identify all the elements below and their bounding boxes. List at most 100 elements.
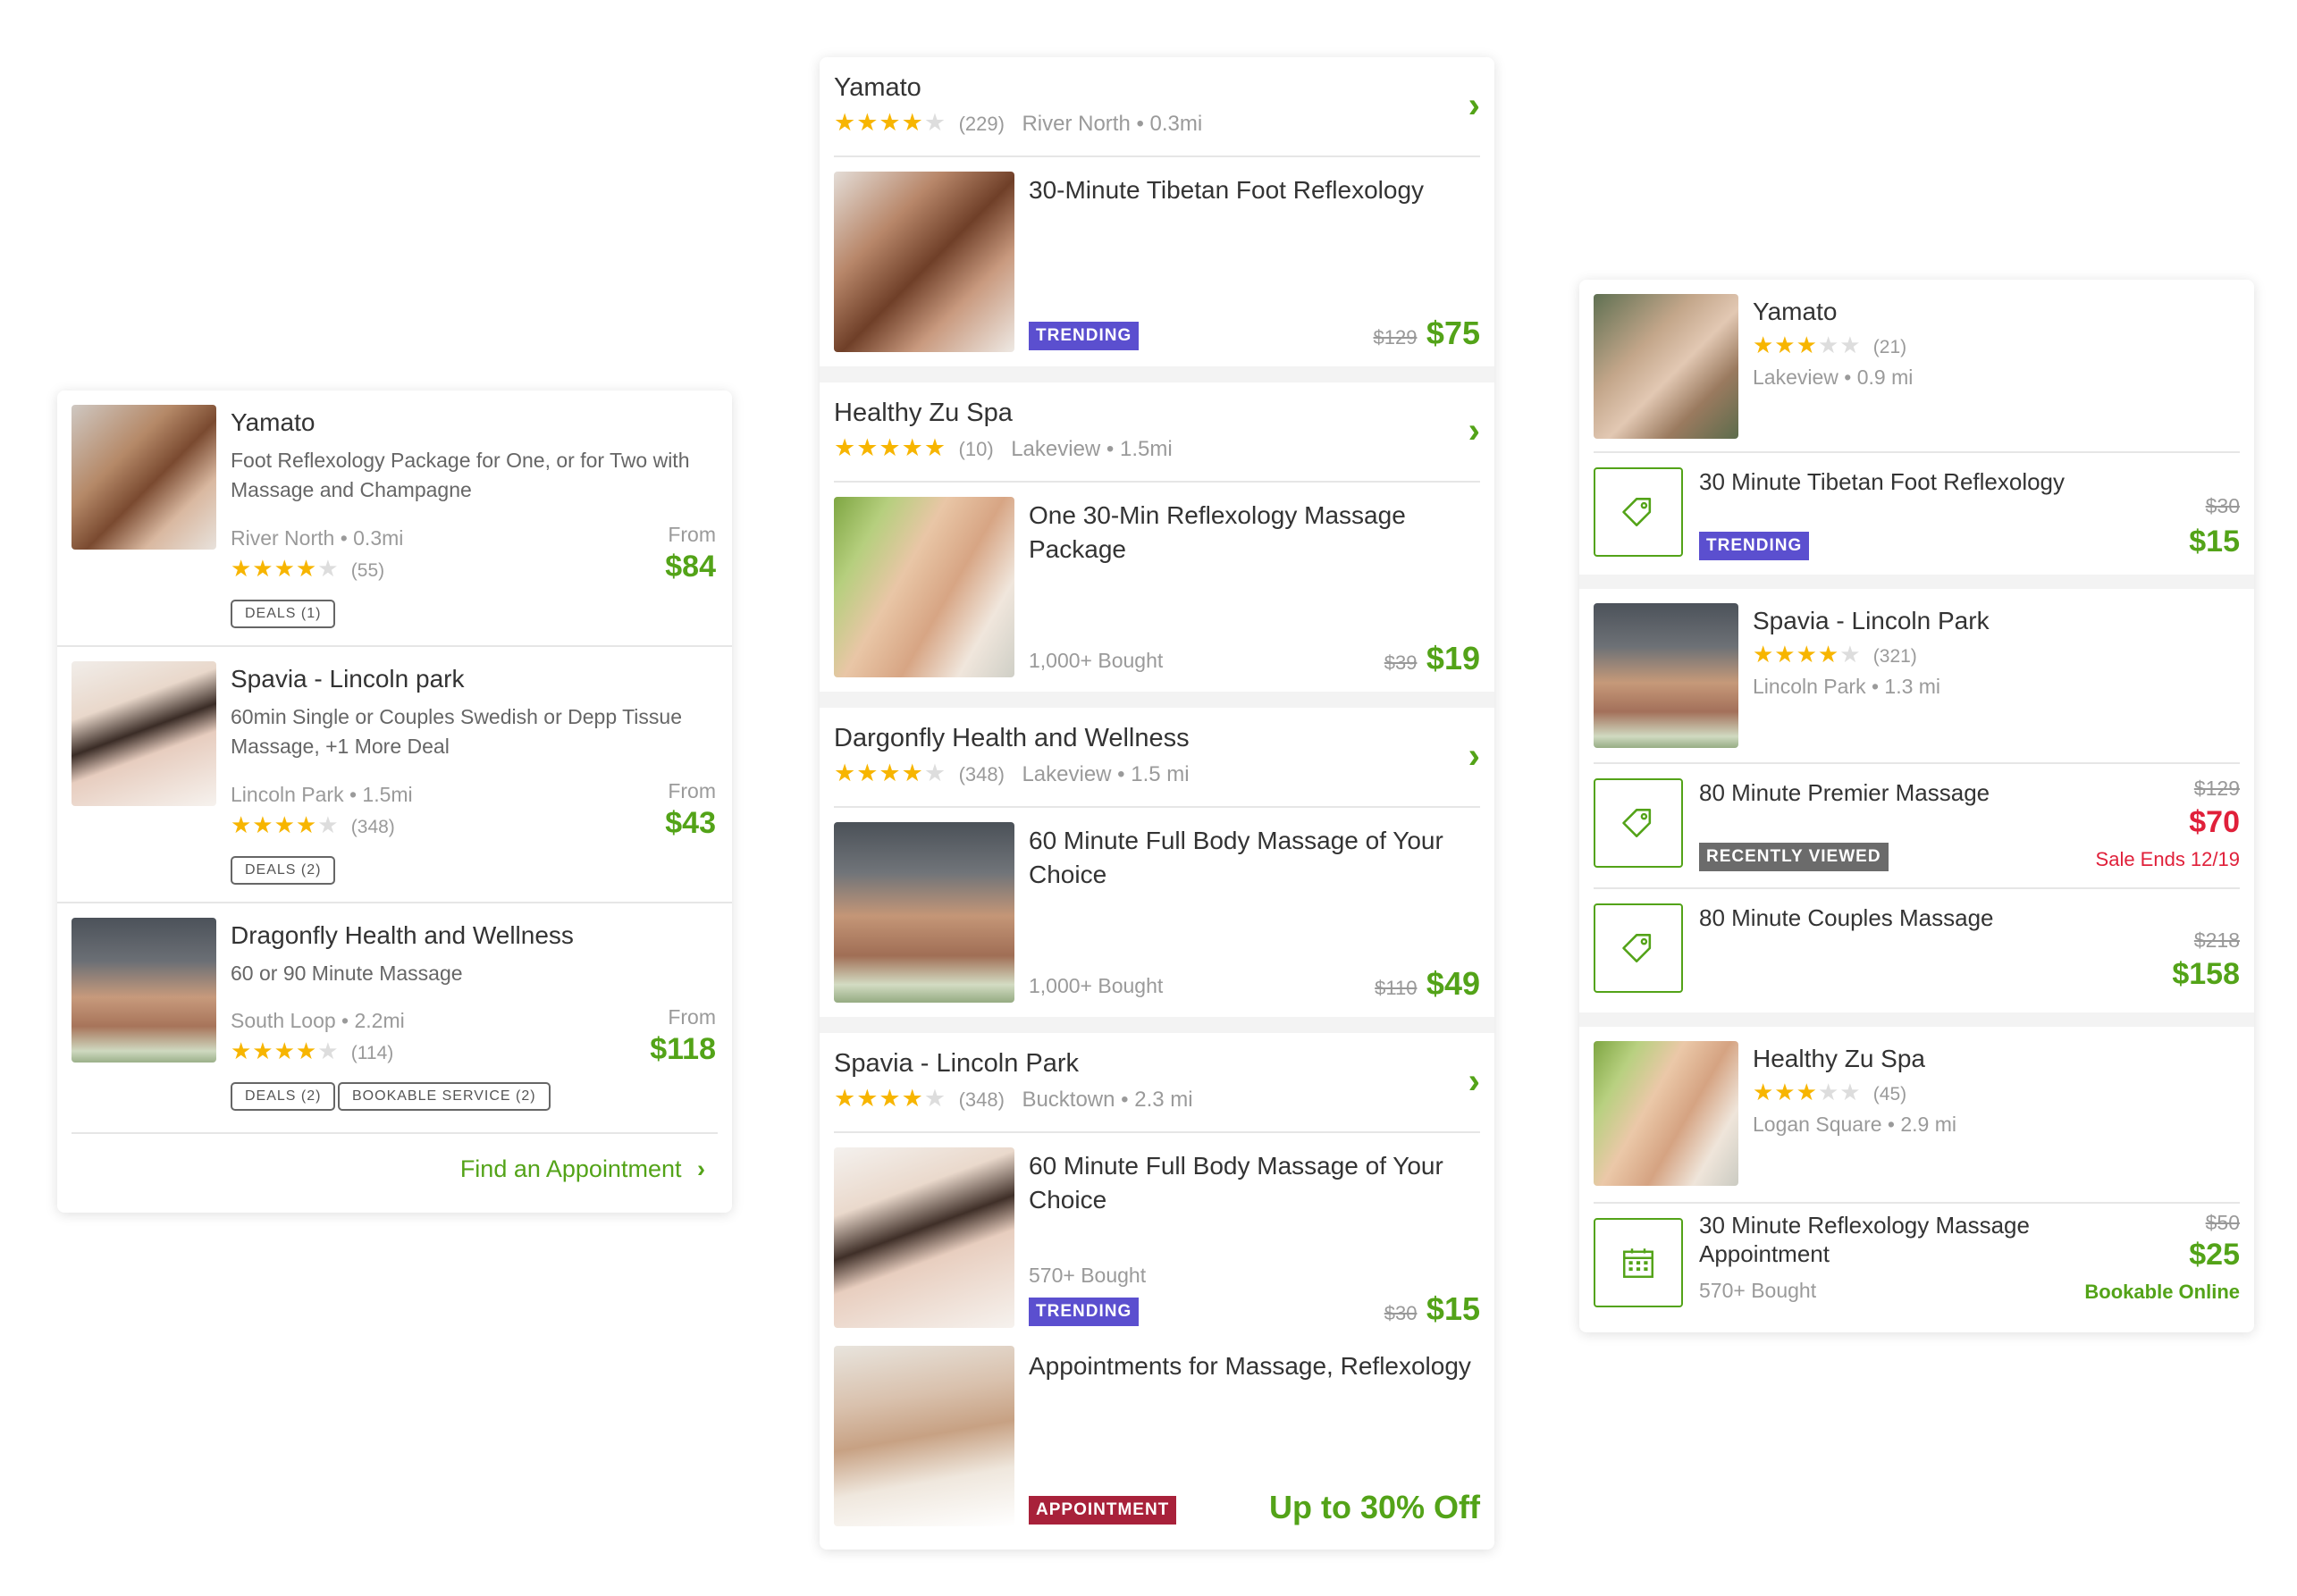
find-appointment-label: Find an Appointment	[459, 1155, 682, 1182]
merchant-name: Spavia - Lincoln Park	[834, 1049, 1080, 1078]
deal-price: $19	[1426, 640, 1480, 676]
deal-row[interactable]: 80 Minute Couples Massage $218 $158	[1579, 889, 2254, 1012]
chevron-right-icon: ›	[697, 1155, 705, 1182]
price-tag-icon	[1594, 903, 1683, 993]
sale-end-note: Sale Ends 12/19	[2095, 848, 2240, 870]
chevron-right-icon[interactable]: ›	[1468, 413, 1480, 449]
deal-title: One 30-Min Reflexology Massage Package	[1029, 501, 1406, 563]
deals-badge[interactable]: DEALS (2)	[231, 856, 336, 885]
price-block: $110 $49	[1375, 965, 1480, 1003]
deal-row[interactable]: Appointments for Massage, Reflexology AP…	[820, 1342, 1494, 1550]
merchant-name: Yamato	[1753, 298, 1838, 325]
chevron-right-icon[interactable]: ›	[1468, 738, 1480, 774]
deal-description: 60 or 90 Minute Massage	[231, 962, 463, 985]
original-price: $110	[1375, 977, 1418, 999]
star-rating: ★★★★★	[834, 434, 947, 461]
price: $43	[665, 806, 716, 840]
deal-title: Appointments for Massage, Reflexology	[1029, 1352, 1471, 1380]
location-text: Lakeview • 1.5 mi	[1022, 762, 1190, 786]
rating-row: ★★★★★ (229) River North • 0.3mi	[834, 109, 1202, 137]
trending-badge: TRENDING	[1029, 322, 1140, 350]
bought-count: 1,000+ Bought	[1029, 974, 1164, 997]
deal-row[interactable]: 30-Minute Tibetan Foot Reflexology TREND…	[820, 157, 1494, 366]
merchant-header[interactable]: Yamato ★★★★★ (229) River North • 0.3mi ›	[820, 57, 1494, 155]
merchant-section: Healthy Zu Spa ★★★★★ (10) Lakeview • 1.5…	[820, 382, 1494, 692]
deal-row[interactable]: 60 Minute Full Body Massage of Your Choi…	[820, 808, 1494, 1017]
price: $118	[650, 1032, 716, 1066]
bookable-service-badge[interactable]: BOOKABLE SERVICE (2)	[338, 1082, 551, 1111]
price-tag-icon	[1594, 778, 1683, 868]
star-rating: ★★★★★	[1753, 332, 1862, 358]
deal-row[interactable]: 30 Minute Reflexology Massage Appointmen…	[1579, 1204, 2254, 1332]
deal-description: 60min Single or Couples Swedish or Depp …	[231, 705, 682, 758]
merchant-name: Spavia - Lincoln park	[231, 665, 465, 693]
chevron-right-icon[interactable]: ›	[1468, 88, 1480, 123]
rating-row: ★★★★★ (348)	[231, 811, 395, 839]
deal-price: $158	[2172, 957, 2240, 991]
local-listings-card: Yamato Foot Reflexology Package for One,…	[57, 391, 732, 1213]
merchant-header[interactable]: Healthy Zu Spa ★★★★★ (10) Lakeview • 1.5…	[820, 382, 1494, 481]
rating-row: ★★★★★ (114)	[231, 1037, 393, 1065]
merchant-group: Spavia - Lincoln Park ★★★★★ (321) Lincol…	[1579, 589, 2254, 1012]
feet-thumbnail	[1594, 1041, 1738, 1186]
foot-massage-thumbnail	[834, 172, 1014, 352]
rating-row: ★★★★★ (55)	[231, 555, 384, 583]
rating-row: ★★★★★ (45)	[1753, 1079, 1906, 1106]
deal-price: $15	[1426, 1290, 1480, 1327]
appointment-badge: APPOINTMENT	[1029, 1496, 1177, 1525]
listing-item[interactable]: Spavia - Lincoln park 60min Single or Co…	[57, 647, 732, 902]
review-count: (10)	[958, 438, 994, 460]
merchant-header[interactable]: Spavia - Lincoln Park ★★★★★ (348) Buckto…	[820, 1033, 1494, 1131]
face-massage-thumbnail	[72, 661, 216, 806]
original-price: $39	[1384, 651, 1418, 674]
back-massage-thumbnail	[72, 918, 216, 1063]
bought-count: 570+ Bought	[1699, 1279, 1817, 1302]
original-price: $218	[2193, 928, 2240, 952]
deal-row[interactable]: 60 Minute Full Body Massage of Your Choi…	[820, 1133, 1494, 1342]
review-count: (55)	[350, 560, 385, 581]
deal-title: 80 Minute Premier Massage	[1699, 779, 1990, 806]
listing-item[interactable]: Dragonfly Health and Wellness 60 or 90 M…	[57, 903, 732, 1132]
merchant-section: Spavia - Lincoln Park ★★★★★ (348) Buckto…	[820, 1033, 1494, 1550]
bought-count: 570+ Bought	[1029, 1264, 1147, 1287]
merchant-header[interactable]: Spavia - Lincoln Park ★★★★★ (321) Lincol…	[1579, 589, 2254, 762]
deals-badge[interactable]: DEALS (1)	[231, 600, 336, 628]
back-massage-thumbnail	[1594, 603, 1738, 748]
chevron-right-icon[interactable]: ›	[1468, 1063, 1480, 1099]
bookable-online-note: Bookable Online	[2084, 1281, 2240, 1303]
star-rating: ★★★★★	[834, 109, 947, 136]
find-appointment-link[interactable]: Find an Appointment ›	[460, 1155, 705, 1183]
trending-badge: TRENDING	[1029, 1298, 1140, 1326]
location-text: Lakeview • 1.5mi	[1011, 437, 1173, 461]
listing-item[interactable]: Yamato Foot Reflexology Package for One,…	[57, 391, 732, 645]
deal-row[interactable]: 30 Minute Tibetan Foot Reflexology TREND…	[1579, 453, 2254, 575]
merchant-header[interactable]: Healthy Zu Spa ★★★★★ (45) Logan Square •…	[1579, 1027, 2254, 1202]
merchant-name: Yamato	[834, 73, 921, 102]
calendar-icon	[1594, 1218, 1683, 1307]
recently-viewed-badge: RECENTLY VIEWED	[1699, 843, 1889, 871]
merchant-group: Healthy Zu Spa ★★★★★ (45) Logan Square •…	[1579, 1027, 2254, 1332]
from-label: From	[668, 1005, 716, 1029]
trending-badge: TRENDING	[1699, 532, 1810, 560]
deal-row[interactable]: One 30-Min Reflexology Massage Package 1…	[820, 483, 1494, 692]
rating-row: ★★★★★ (348) Lakeview • 1.5 mi	[834, 760, 1190, 787]
original-price: $30	[1384, 1302, 1418, 1324]
star-rating: ★★★★★	[1753, 641, 1862, 668]
deal-row[interactable]: 80 Minute Premier Massage RECENTLY VIEWE…	[1579, 764, 2254, 887]
rating-row: ★★★★★ (10) Lakeview • 1.5mi	[834, 434, 1173, 462]
star-rating: ★★★★★	[834, 1085, 947, 1112]
review-count: (321)	[1872, 646, 1917, 667]
rating-row: ★★★★★ (21)	[1753, 332, 1906, 359]
price: $84	[665, 550, 716, 584]
merchant-group: Yamato ★★★★★ (21) Lakeview • 0.9 mi 30 M…	[1579, 280, 2254, 575]
deal-title: 30 Minute Tibetan Foot Reflexology	[1699, 468, 2066, 495]
merchant-header[interactable]: Yamato ★★★★★ (21) Lakeview • 0.9 mi	[1579, 280, 2254, 451]
merchant-name: Dragonfly Health and Wellness	[231, 921, 574, 949]
merchant-section: Dargonfly Health and Wellness ★★★★★ (348…	[820, 708, 1494, 1017]
back-massage-thumbnail	[834, 822, 1014, 1003]
merchant-header[interactable]: Dargonfly Health and Wellness ★★★★★ (348…	[820, 708, 1494, 806]
merchant-name: Healthy Zu Spa	[1753, 1045, 1925, 1072]
deals-badge[interactable]: DEALS (2)	[231, 1082, 336, 1111]
deal-description: Foot Reflexology Package for One, or for…	[231, 449, 690, 501]
review-count: (348)	[958, 763, 1005, 785]
